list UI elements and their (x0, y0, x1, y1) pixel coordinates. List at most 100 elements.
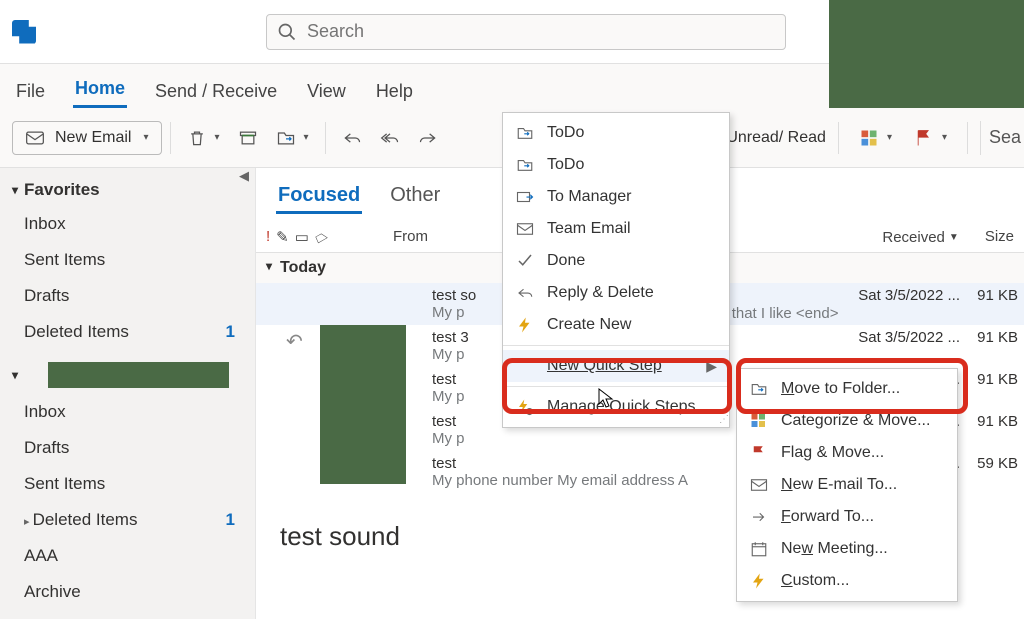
attachment-icon[interactable]: ⏢ (311, 226, 330, 248)
tab-home[interactable]: Home (73, 72, 127, 108)
redacted-account (48, 362, 229, 388)
collapse-icon[interactable]: ◀ (239, 168, 249, 184)
calendar-icon (749, 539, 769, 559)
submenu-new-email-to[interactable]: New E-mail To... (737, 469, 957, 501)
chevron-right-icon: ▶ (706, 358, 717, 375)
flag-button[interactable]: ▾ (906, 122, 955, 154)
unread-badge: 1 (226, 510, 241, 530)
chevron-down-icon: ▾ (215, 132, 220, 143)
reply-icon (515, 283, 535, 303)
quickstep-todo[interactable]: ToDo (503, 117, 729, 149)
new-quick-step[interactable]: NNew Quick Stepew Quick Step ▶ (503, 350, 729, 382)
delete-button[interactable]: ▾ (179, 122, 228, 154)
mail-icon (515, 219, 535, 239)
importance-icon[interactable]: ! (266, 228, 270, 246)
new-email-button[interactable]: New Email ▾ (12, 121, 162, 155)
outlook-logo-icon (12, 20, 36, 44)
bolt-icon (515, 315, 535, 335)
bolt-gear-icon (515, 397, 535, 417)
col-size[interactable]: Size (985, 228, 1014, 246)
check-icon (515, 251, 535, 271)
forward-icon (749, 507, 769, 527)
icon-column-icon[interactable]: ▭ (295, 228, 309, 246)
account-header[interactable]: ▾ (0, 350, 255, 394)
sidebar-item-drafts[interactable]: Drafts (0, 278, 255, 314)
sidebar-item-sent-2[interactable]: Sent Items (0, 466, 255, 502)
reply-all-button[interactable] (372, 122, 408, 154)
forward-mail-icon (515, 187, 535, 207)
submenu-custom[interactable]: Custom... (737, 565, 957, 597)
reply-button[interactable] (334, 122, 370, 154)
move-icon (515, 155, 535, 175)
move-button[interactable]: ▾ (268, 122, 317, 154)
group-label: Today (280, 259, 326, 277)
search-box[interactable] (266, 14, 786, 50)
tab-focused[interactable]: Focused (276, 180, 362, 214)
col-from[interactable]: From (393, 228, 428, 246)
chevron-down-icon: ▾ (304, 132, 309, 143)
tab-help[interactable]: Help (374, 75, 415, 108)
bolt-icon (749, 571, 769, 591)
sidebar-item-aaa[interactable]: AAA (0, 538, 255, 574)
tab-send-receive[interactable]: Send / Receive (153, 75, 279, 108)
reminder-icon[interactable]: ✎ (276, 228, 289, 246)
forward-icon (418, 128, 438, 148)
manage-quick-steps[interactable]: Manage Quick Steps... (503, 391, 729, 423)
sidebar-item-deleted-2[interactable]: ▸ Deleted Items 1 (0, 502, 255, 538)
chevron-down-icon: ▾ (12, 368, 18, 382)
favorites-label: Favorites (24, 180, 100, 200)
unread-read-button[interactable]: Unread/ Read (726, 129, 826, 147)
search-input[interactable] (307, 21, 539, 42)
tab-view[interactable]: View (305, 75, 348, 108)
sidebar-item-sent[interactable]: Sent Items (0, 242, 255, 278)
mail-icon (749, 475, 769, 495)
chevron-down-icon: ▾ (143, 132, 148, 143)
submenu-move-to-folder[interactable]: Move to Folder... (737, 373, 957, 405)
forward-button[interactable] (410, 122, 446, 154)
categories-icon (859, 128, 879, 148)
reply-icon (342, 128, 362, 148)
chevron-down-icon: ▾ (266, 259, 272, 277)
sidebar-item-deleted[interactable]: Deleted Items1 (0, 314, 255, 350)
sort-desc-icon: ▼ (949, 232, 959, 243)
chevron-right-icon: ▸ (24, 516, 33, 528)
quickstep-todo-2[interactable]: ToDo (503, 149, 729, 181)
submenu-forward-to[interactable]: Forward To... (737, 501, 957, 533)
chevron-down-icon: ▾ (942, 132, 947, 143)
reply-all-icon (380, 128, 400, 148)
favorites-header[interactable]: ▾ Favorites (0, 168, 255, 206)
submenu-flag-move[interactable]: Flag & Move... (737, 437, 957, 469)
move-icon (515, 123, 535, 143)
tab-file[interactable]: File (14, 75, 47, 108)
chevron-down-icon: ▾ (887, 132, 892, 143)
col-received[interactable]: Received▼ (882, 228, 958, 246)
quickstep-create-new[interactable]: Create New (503, 309, 729, 341)
submenu-categorize-move[interactable]: Categorize & Move... (737, 405, 957, 437)
ribbon-search[interactable]: Sea (980, 121, 1012, 155)
move-icon (276, 128, 296, 148)
undo-icon[interactable]: ↶ (286, 329, 303, 354)
sidebar-item-drafts-2[interactable]: Drafts (0, 430, 255, 466)
search-icon (277, 22, 297, 42)
categories-icon (749, 411, 769, 431)
folder-pane: ◀ ▾ Favorites Inbox Sent Items Drafts De… (0, 168, 256, 619)
sidebar-item-inbox-2[interactable]: Inbox (0, 394, 255, 430)
archive-button[interactable] (230, 122, 266, 154)
quickstep-to-manager[interactable]: To Manager (503, 181, 729, 213)
flag-icon (914, 128, 934, 148)
chevron-down-icon: ▾ (12, 183, 18, 197)
quickstep-team-email[interactable]: Team Email (503, 213, 729, 245)
flag-icon (749, 443, 769, 463)
categorize-button[interactable]: ▾ (851, 122, 900, 154)
sidebar-item-archive[interactable]: Archive (0, 574, 255, 610)
submenu-new-meeting[interactable]: New Meeting... (737, 533, 957, 565)
new-quick-step-submenu: Move to Folder... Categorize & Move... F… (736, 368, 958, 602)
resize-grip-icon[interactable]: ⋰ (719, 414, 727, 425)
quickstep-reply-delete[interactable]: Reply & Delete (503, 277, 729, 309)
tab-other[interactable]: Other (388, 180, 442, 214)
sidebar-item-inbox[interactable]: Inbox (0, 206, 255, 242)
trash-icon (187, 128, 207, 148)
quickstep-done[interactable]: Done (503, 245, 729, 277)
mail-icon (25, 128, 45, 148)
move-folder-icon (749, 379, 769, 399)
